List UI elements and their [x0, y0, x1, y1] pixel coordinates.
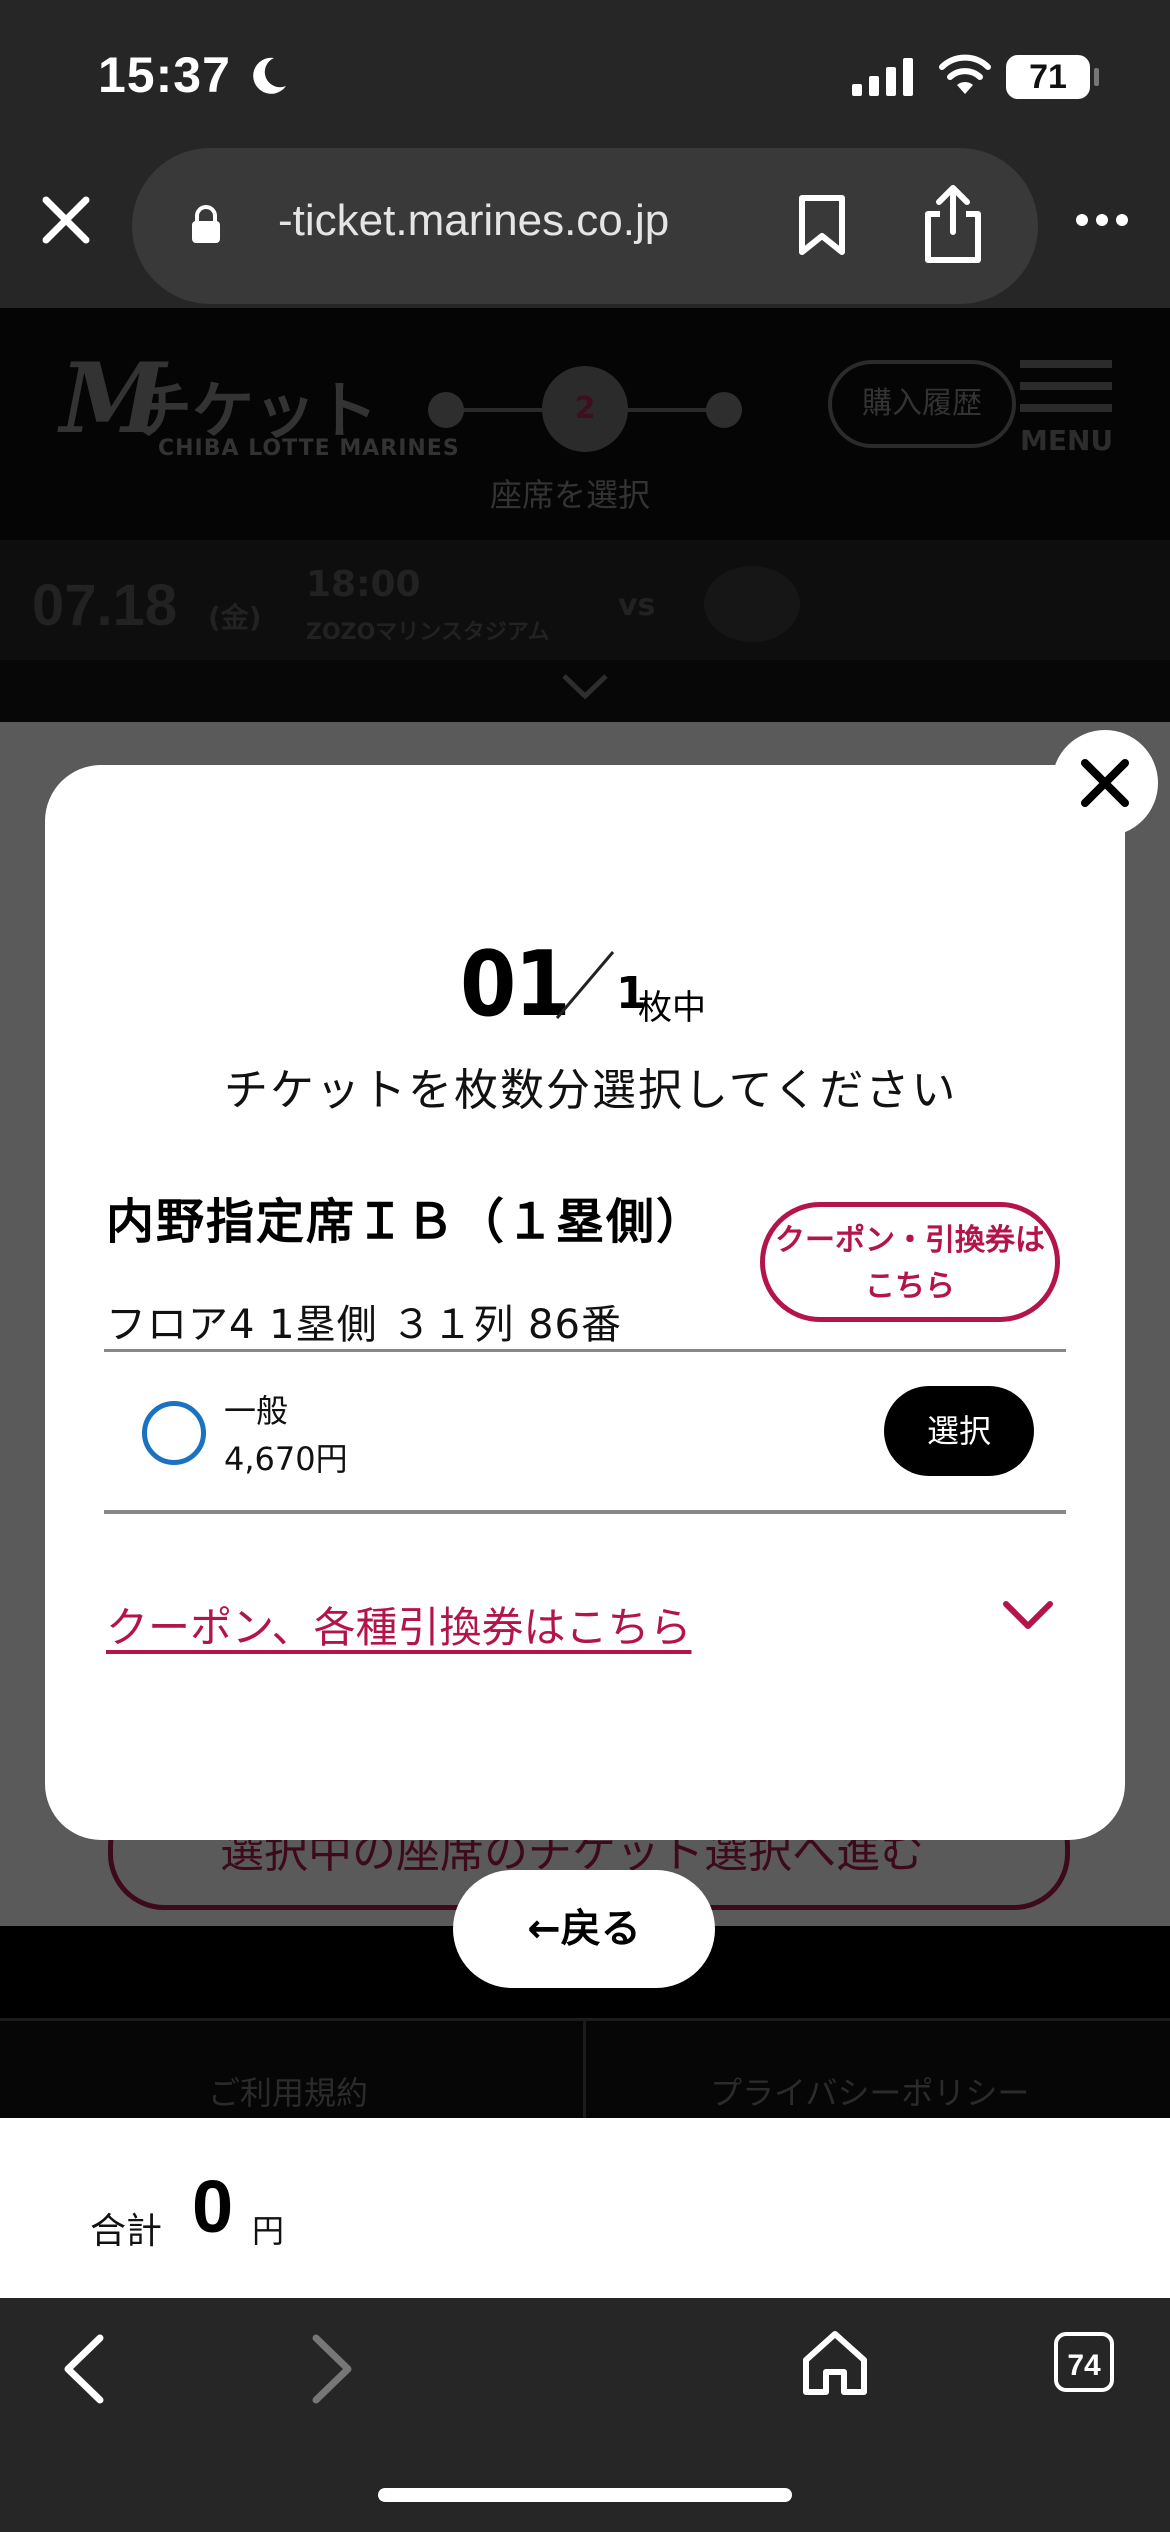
purchase-history-button[interactable]: 購入履歴	[828, 360, 1016, 448]
chevron-down-icon[interactable]	[1002, 1600, 1054, 1632]
chevron-down-icon	[562, 674, 608, 700]
battery-indicator: 71	[1006, 55, 1090, 99]
signal-icon	[852, 58, 913, 96]
fare-price: 4,670円	[224, 1440, 348, 1478]
lock-icon	[192, 205, 220, 243]
ticket-count-unit: 枚中	[638, 988, 706, 1028]
tabs-button[interactable]: 74	[1054, 2332, 1114, 2392]
total-unit: 円	[252, 2212, 285, 2250]
status-time: 15:37	[98, 47, 231, 103]
coupon-link[interactable]: クーポン、各種引換券はこちら	[106, 1594, 691, 1655]
step-label: 座席を選択	[490, 476, 651, 514]
home-indicator	[378, 2488, 792, 2502]
fare-name: 一般	[224, 1392, 289, 1430]
close-icon[interactable]	[36, 190, 96, 250]
terms-link[interactable]: ご利用規約	[208, 2068, 368, 2114]
fare-radio[interactable]	[142, 1401, 206, 1465]
moon-icon	[253, 57, 286, 94]
total-bar	[0, 2118, 1170, 2298]
game-venue: ZOZOマリンスタジアム	[306, 620, 550, 645]
logo-subtitle: CHIBA LOTTE MARINES	[158, 436, 460, 461]
close-icon	[1081, 759, 1129, 807]
step-3-dot	[706, 392, 742, 428]
divider	[104, 1510, 1066, 1514]
privacy-link[interactable]: プライバシーポリシー	[710, 2068, 1029, 2114]
current-step: 2	[542, 366, 628, 452]
url-text[interactable]: -ticket.marines.co.jp	[278, 196, 669, 246]
opponent-logo	[704, 566, 800, 642]
more-icon[interactable]	[1074, 212, 1130, 228]
home-icon[interactable]	[800, 2328, 870, 2398]
slash-divider	[555, 951, 615, 1019]
seat-type: 内野指定席ＩＢ（１塁側）	[106, 1194, 707, 1250]
coupon-button-label[interactable]: クーポン・引換券はこちら	[770, 1218, 1050, 1310]
share-icon[interactable]	[922, 184, 984, 264]
footer-divider	[583, 2018, 586, 2118]
back-button[interactable]: ←戻る	[453, 1870, 715, 1988]
select-button[interactable]: 選択	[884, 1386, 1034, 1476]
total-label: 合計	[90, 2211, 163, 2252]
forward-arrow-icon[interactable]	[310, 2334, 354, 2404]
game-vs: vs	[618, 588, 656, 623]
total-value: 0	[192, 2165, 234, 2248]
battery-nub	[1094, 68, 1099, 86]
seat-location: フロア4 1塁側 ３１列 86番	[106, 1302, 622, 1348]
step-1-dot	[428, 392, 464, 428]
menu-label: MENU	[1020, 424, 1114, 457]
game-date: 07.18	[32, 573, 178, 638]
modal-close-button[interactable]	[1052, 730, 1158, 836]
ticket-current-count: 01	[460, 932, 571, 1037]
back-arrow-icon[interactable]	[62, 2334, 106, 2404]
instruction-text: チケットを枚数分選択してください	[224, 1065, 958, 1116]
game-weekday: (金)	[208, 601, 262, 634]
hamburger-menu-icon[interactable]	[1020, 360, 1112, 420]
bookmark-icon[interactable]	[796, 194, 848, 256]
divider	[104, 1349, 1066, 1352]
game-time: 18:00	[306, 564, 421, 605]
wifi-icon	[939, 54, 991, 94]
